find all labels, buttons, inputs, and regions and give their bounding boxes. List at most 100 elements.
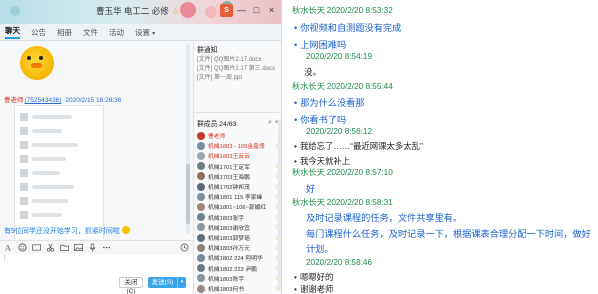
record-message-text: 计划。 — [306, 244, 334, 254]
tab-activities[interactable]: 活动 — [109, 27, 124, 38]
titlebar-flower-decoration — [180, 2, 196, 18]
screenshot-image[interactable] — [14, 105, 104, 239]
bullet-icon: • — [294, 284, 297, 294]
tab-files[interactable]: 文件 — [83, 27, 98, 38]
history-icon[interactable] — [180, 243, 189, 252]
members-header: 群成员 24/63 — [197, 121, 237, 128]
send-button-label: 发送(S) — [151, 279, 174, 286]
svg-text:A: A — [5, 243, 11, 251]
member-name: 机械1802 223 尹鹏 — [208, 266, 257, 273]
close-button[interactable]: 关闭(C) — [119, 277, 143, 294]
avatar — [197, 233, 205, 242]
folder-icon[interactable] — [60, 243, 69, 252]
bullet-icon: • — [294, 40, 298, 50]
file-item[interactable]: [文件] QQ图片2.17.docx — [197, 54, 261, 63]
chat-scrollbar-thumb[interactable] — [186, 164, 190, 224]
record-user: 秋水长天 — [292, 198, 325, 207]
title-bar[interactable]: 曹玉华 电工二 必修 ☆ S — □ × — [0, 0, 281, 24]
record-message-text: 你看书了吗 — [300, 115, 347, 125]
avatar — [197, 213, 205, 222]
mic-icon[interactable] — [88, 243, 97, 252]
message-area[interactable]: 曹老师(752543436) 2020/2/15 16:29:36 有9位同学还没… — [0, 42, 193, 239]
file-item[interactable]: [文件] QQ图片2.17 第三.docx — [197, 63, 275, 72]
member-name: 机械1803张宇 — [208, 215, 245, 222]
tab-chat[interactable]: 聊天 — [5, 25, 20, 39]
record-message: • 你视频和自测题没有完成 — [294, 20, 401, 34]
avatar — [197, 264, 205, 273]
record-user: 秋水长天 — [292, 6, 325, 15]
avatar — [197, 172, 205, 181]
window-controls: S — □ × — [220, 4, 278, 17]
group-tabs: 聊天 公告 相册 文件 活动 设置 ▾ — [0, 24, 281, 41]
tab-announcement[interactable]: 公告 — [31, 27, 46, 38]
tab-album[interactable]: 相册 — [57, 27, 72, 38]
group-chat-window: 曹玉华 电工二 必修 ☆ S — □ × 聊天 公告 相册 文件 活动 设置 ▾ … — [0, 0, 282, 294]
record-message-text: 嗯嗯好的 — [299, 272, 334, 282]
message-time: 2020/2/15 16:29:36 — [65, 97, 122, 104]
tab-settings-label: 设置 — [135, 27, 150, 37]
more-icon[interactable] — [102, 243, 111, 252]
favorite-star-icon[interactable]: ☆ — [172, 6, 180, 16]
avatar — [197, 162, 205, 171]
input-caret: | — [4, 255, 6, 261]
search-icon[interactable]: ⌕ — [268, 119, 272, 127]
member-row[interactable]: 机械1803何书☆ — [197, 283, 281, 294]
member-name: 机械1801 115 李家峰 — [208, 195, 263, 202]
record-message-text: 及时记录课程的任务，文件共享里有。 — [306, 213, 463, 223]
divider — [194, 112, 281, 113]
record-message-text: 每门课程什么任务，及时记录一下，根据课表合理分配一下时间，做好 — [306, 229, 591, 239]
file-item[interactable]: [文件] 第一周.ppt — [197, 72, 242, 81]
record-message: 每门课程什么任务，及时记录一下，根据课表合理分配一下时间，做好 — [306, 226, 591, 240]
record-message: • 嗯嗯好的 — [294, 271, 333, 283]
image-row — [20, 112, 100, 122]
record-message: 好 — [306, 181, 315, 195]
member-name: 机械1801~106~郭媛红 — [208, 205, 267, 212]
member-name: 机械1703王海鹏 — [208, 174, 250, 181]
maximize-button[interactable]: □ — [250, 4, 263, 17]
member-name: 机械1803 - 109金鑫博 — [208, 144, 265, 151]
member-name: 机械1803郭梦瑶 — [208, 236, 250, 242]
emoji-icon[interactable] — [18, 242, 27, 252]
window-title-text: 曹玉华 电工二 必修 — [96, 6, 169, 16]
record-message-text: 谢谢老师 — [299, 284, 334, 294]
record-user: 秋水长天 — [292, 82, 325, 91]
group-info-panel: 群通知 [文件] QQ图片2.17.docx [文件] QQ图片2.17 第三.… — [193, 42, 281, 294]
send-options-chevron-icon[interactable]: ▾ — [177, 277, 186, 288]
sender-id[interactable]: (752543436) — [25, 97, 62, 104]
bullet-icon: • — [294, 141, 297, 151]
record-time: 2020/2/20 8:54:19 — [306, 52, 373, 61]
record-message: • 谢谢老师 — [294, 283, 333, 294]
chevron-down-icon: ▾ — [152, 30, 156, 37]
scissors-icon[interactable] — [46, 243, 55, 252]
avatar — [197, 223, 205, 232]
gif-icon[interactable] — [32, 243, 41, 252]
files-header: 群通知 — [197, 47, 218, 54]
member-name: 机械1802 224 阿明华 — [208, 256, 263, 263]
close-window-button[interactable]: × — [265, 4, 278, 17]
titlebar-flower-decoration — [205, 6, 217, 18]
record-message-text: 好 — [306, 184, 316, 194]
image-row — [20, 126, 100, 136]
bullet-icon: • — [294, 156, 297, 166]
member-name: 机械1701王定军 — [208, 164, 250, 171]
minimize-button[interactable]: — — [235, 4, 248, 17]
chat-record: 秋水长天 2020/2/20 8:53:32 • 你视频和自测题没有完成 • 上网困难吗 2… — [288, 0, 598, 294]
send-button[interactable]: 发送(S) ▾ — [148, 277, 186, 288]
avatar — [197, 284, 205, 293]
skin-button[interactable]: S — [220, 4, 233, 17]
record-time: 2020/2/20 8:53:32 — [326, 6, 393, 15]
record-header: 秋水长天 2020/2/20 8:55:44 — [292, 80, 393, 92]
image-row — [20, 210, 100, 220]
record-message-text: 没。 — [304, 67, 322, 77]
message-input[interactable]: | — [0, 254, 193, 294]
font-icon[interactable]: A — [4, 243, 13, 252]
member-name: 机械1803谢欣宜 — [208, 225, 250, 232]
record-user: 秋水长天 — [292, 168, 325, 177]
tab-settings[interactable]: 设置 ▾ — [135, 27, 155, 38]
chat-scrollbar[interactable] — [186, 44, 190, 234]
image-icon[interactable] — [74, 243, 83, 252]
sender-name[interactable]: 曹老师 — [4, 97, 24, 104]
record-time: 2020/2/20 8:58:46 — [306, 258, 373, 267]
member-scrollbar[interactable] — [278, 120, 281, 290]
record-message: 计划。 — [306, 241, 334, 255]
